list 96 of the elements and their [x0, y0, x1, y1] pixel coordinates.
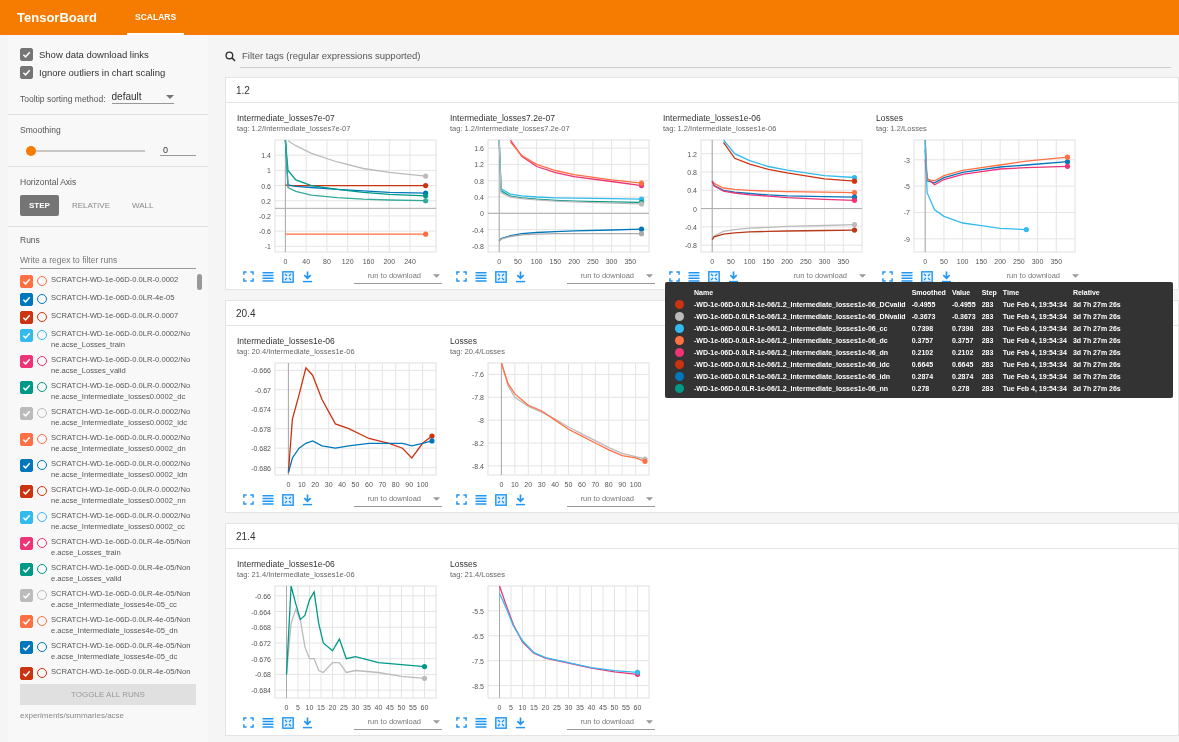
caret-icon [859, 273, 866, 278]
option-label: Ignore outliers in chart scaling [39, 66, 166, 78]
fullscreen-icon[interactable] [882, 271, 893, 282]
checkbox[interactable] [20, 275, 33, 288]
field-label: Tooltip sorting method: [20, 94, 106, 104]
checkbox[interactable] [20, 311, 33, 324]
group-title[interactable]: 20.4 [236, 307, 256, 319]
fullscreen-icon[interactable] [243, 717, 254, 728]
end-marker [423, 173, 429, 179]
group-title[interactable]: 1.2 [236, 84, 250, 96]
checkbox[interactable] [20, 381, 33, 394]
checkbox[interactable] [20, 563, 33, 576]
chart-title: Intermediate_losses1e-06 [663, 113, 762, 123]
end-marker [423, 231, 429, 237]
fullscreen-icon[interactable] [456, 271, 467, 282]
lines-icon[interactable] [475, 494, 487, 505]
check-icon [22, 643, 31, 652]
check-icon [22, 435, 31, 444]
end-marker [421, 675, 428, 681]
checkbox[interactable] [20, 47, 33, 61]
slider-thumb[interactable] [26, 145, 36, 156]
check-icon [22, 669, 31, 678]
caret-icon [165, 94, 174, 99]
checkbox[interactable] [20, 511, 33, 524]
chart-title: Intermediate_losses7e-07 [237, 113, 336, 123]
fullscreen-icon[interactable] [456, 494, 467, 505]
download-icon[interactable] [941, 270, 952, 283]
lines-icon[interactable] [475, 717, 487, 728]
smoothing-slider[interactable] [26, 145, 146, 156]
lines-icon[interactable] [262, 717, 274, 728]
regex-field[interactable]: Write a regex to filter runs [20, 250, 196, 269]
group-title[interactable]: 21.4 [236, 530, 256, 542]
check-icon [22, 565, 31, 574]
chart-title: Losses [450, 559, 478, 569]
caret-icon [433, 496, 440, 501]
filter-field[interactable]: Filter tags (regular expressions supported) [240, 44, 1171, 68]
caret-icon [1072, 273, 1079, 278]
check-icon [22, 383, 31, 392]
fullscreen-icon[interactable] [456, 717, 467, 728]
fullscreen-icon[interactable] [243, 494, 254, 505]
checkbox[interactable] [20, 667, 33, 680]
check-icon [22, 487, 31, 496]
app-title: TensorBoard [17, 10, 98, 25]
check-icon [22, 461, 31, 470]
check-icon [22, 617, 31, 626]
chart-title: Intermediate_losses7.2e-07 [450, 113, 556, 123]
search-icon [225, 50, 236, 62]
section-label: Smoothing [20, 125, 62, 135]
checkbox[interactable] [20, 537, 33, 550]
checkbox[interactable] [20, 355, 33, 368]
end-marker [1023, 227, 1029, 233]
lines-icon[interactable] [475, 271, 487, 282]
axis-option[interactable]: STEP [20, 195, 59, 216]
checkbox[interactable] [20, 433, 33, 446]
fit-domain-icon[interactable] [708, 270, 720, 283]
section-label: Horizontal Axis [20, 177, 78, 187]
lines-icon[interactable] [688, 271, 700, 282]
checkbox[interactable] [20, 485, 33, 498]
checkbox[interactable] [20, 329, 33, 342]
chart-title: Intermediate_losses1e-06 [237, 559, 336, 569]
checkbox[interactable] [20, 65, 33, 79]
fit-domain-icon[interactable] [921, 270, 933, 283]
chart-title: Intermediate_losses1e-06 [237, 336, 336, 346]
caret-icon [646, 273, 653, 278]
checkbox[interactable] [20, 459, 33, 472]
checkbox[interactable] [20, 641, 33, 654]
check-icon [22, 591, 31, 600]
lines-icon[interactable] [262, 271, 274, 282]
caret-icon [433, 273, 440, 278]
log-path: experiments/summaries/acse [20, 711, 126, 720]
option-label: Show data download links [39, 48, 149, 60]
smoothing-input[interactable]: 0 [160, 145, 196, 156]
lines-icon[interactable] [262, 494, 274, 505]
download-icon[interactable] [728, 270, 739, 283]
check-icon [22, 357, 31, 366]
chart-title: Losses [876, 113, 904, 123]
caret-icon [646, 719, 653, 724]
sorting-dropdown[interactable]: default [111, 91, 174, 104]
axis-option[interactable]: WALL [123, 195, 163, 216]
scrollbar-thumb[interactable] [197, 274, 202, 290]
chart-title: Losses [450, 336, 478, 346]
check-icon [22, 539, 31, 548]
section-label: Runs [20, 235, 41, 245]
caret-icon [646, 496, 653, 501]
caret-icon [433, 719, 440, 724]
checkbox[interactable] [20, 589, 33, 602]
fullscreen-icon[interactable] [243, 271, 254, 282]
axis-option[interactable]: RELATIVE [62, 195, 119, 216]
lines-icon[interactable] [901, 271, 913, 282]
check-icon [22, 409, 31, 418]
checkbox[interactable] [20, 407, 33, 420]
checkbox[interactable] [20, 293, 33, 306]
checkbox[interactable] [20, 615, 33, 628]
fullscreen-icon[interactable] [669, 271, 680, 282]
end-marker [421, 663, 428, 670]
check-icon [22, 513, 31, 522]
